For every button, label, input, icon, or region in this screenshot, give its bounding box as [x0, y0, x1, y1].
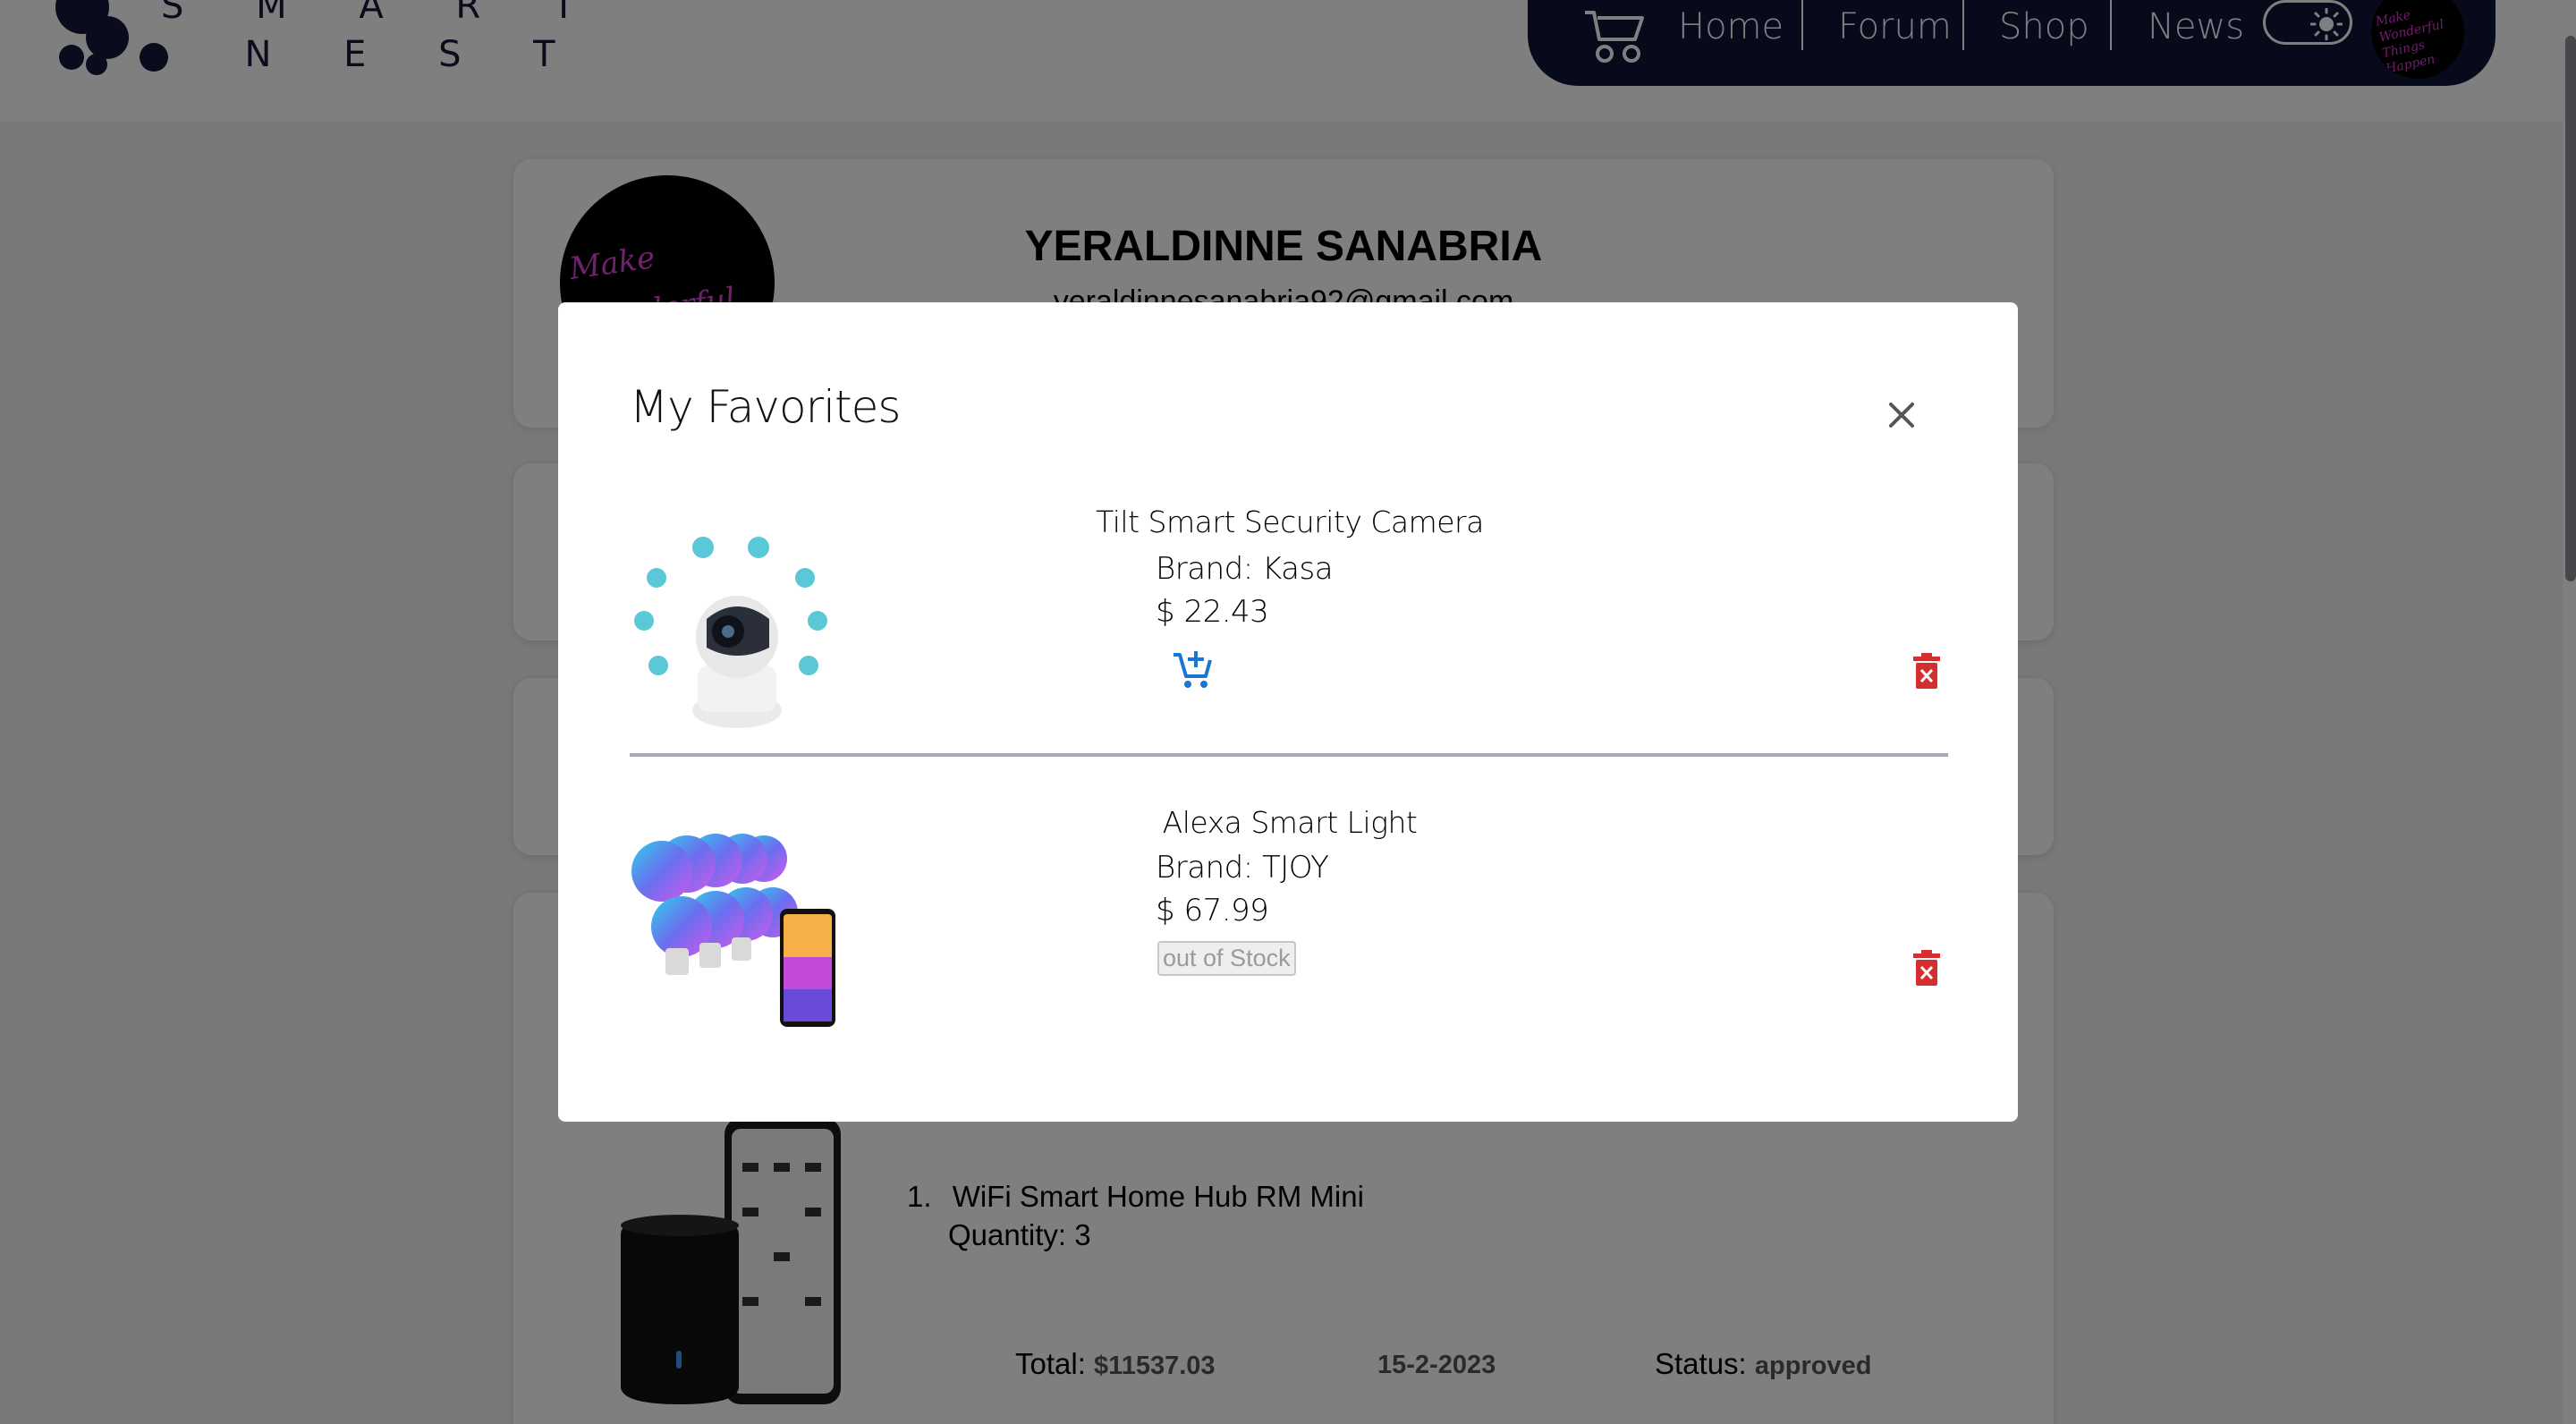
out-of-stock-badge: out of Stock	[1157, 941, 1296, 976]
favorite-image-bulbs[interactable]	[630, 832, 844, 1047]
favorite-name: Alexa Smart Light	[1162, 805, 1418, 840]
favorite-brand: Brand: TJOY	[1156, 850, 1329, 886]
favorite-price: $ 67.99	[1156, 893, 1269, 928]
favorite-item: Alexa Smart Light Brand: TJOY $ 67.99 ou…	[630, 302, 1950, 1122]
favorites-modal: My Favorites Tilt Smart Security Camera …	[558, 302, 2018, 1122]
trash-icon[interactable]	[1912, 950, 1941, 986]
